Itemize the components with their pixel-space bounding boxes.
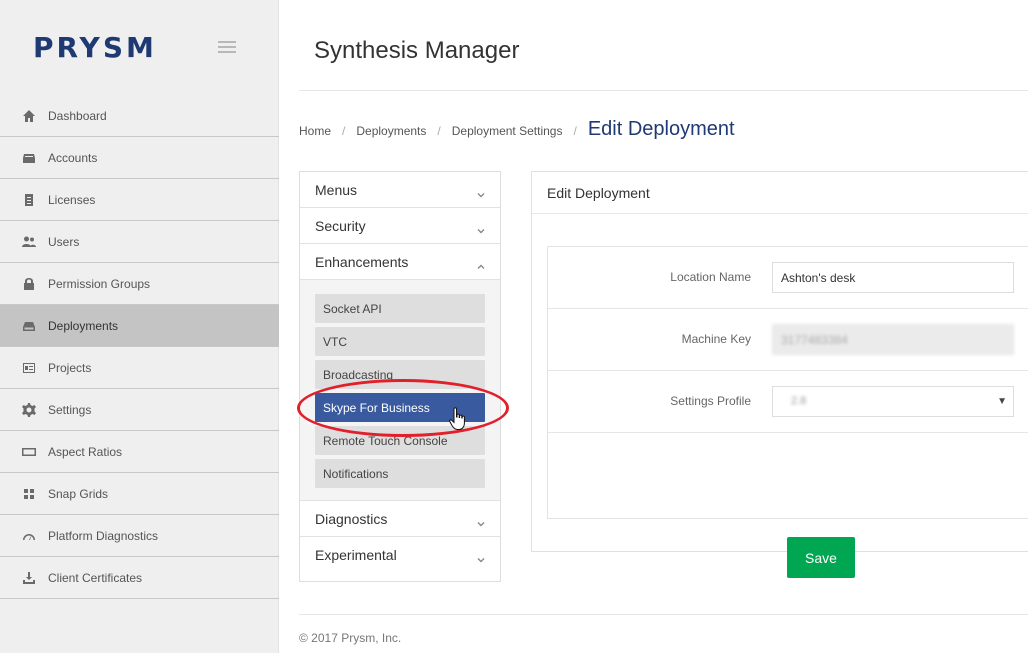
form-row-machine-key: Machine Key 3177483384 xyxy=(548,309,1028,371)
sidebar-item-platform-diagnostics[interactable]: Platform Diagnostics xyxy=(0,515,279,557)
submenu-item-vtc[interactable]: VTC xyxy=(315,327,485,356)
sidebar-item-label: Projects xyxy=(48,360,92,375)
sidebar-item-label: Snap Grids xyxy=(48,486,109,501)
dropdown-arrow-icon: ▼ xyxy=(997,396,1007,407)
gear-icon xyxy=(22,402,36,417)
document-icon xyxy=(22,193,36,207)
sidebar-item-label: Client Certificates xyxy=(48,570,143,585)
sidebar-item-label: Dashboard xyxy=(48,108,107,123)
sidebar-item-label: Permission Groups xyxy=(48,276,151,291)
sidebar-item-client-certificates[interactable]: Client Certificates xyxy=(0,557,279,599)
sidebar-item-label: Deployments xyxy=(48,318,119,333)
inbox-icon xyxy=(22,151,36,165)
page-title: Synthesis Manager xyxy=(314,37,520,64)
breadcrumb-deployments[interactable]: Deployments xyxy=(356,124,426,138)
deployment-form: Location Name Ashton's desk Machine Key … xyxy=(547,246,1028,578)
settings-menu: Menus Security Enhancements Socket API V… xyxy=(299,171,501,582)
settings-profile-label: Settings Profile xyxy=(670,394,751,408)
id-card-icon xyxy=(22,361,36,375)
breadcrumb: Home / Deployments / Deployment Settings… xyxy=(299,118,735,141)
sidebar-item-snap-grids[interactable]: Snap Grids xyxy=(0,473,279,515)
footer-copyright: © 2017 Prysm, Inc. xyxy=(299,631,402,645)
edit-deployment-panel: Edit Deployment Location Name Ashton's d… xyxy=(531,171,1028,578)
sidebar-item-projects[interactable]: Projects xyxy=(0,347,279,389)
breadcrumb-separator: / xyxy=(573,124,577,138)
sidebar-nav: Dashboard Accounts Licenses Users Permis… xyxy=(0,95,279,599)
rectangle-icon xyxy=(22,445,36,459)
home-icon xyxy=(22,109,36,123)
drive-icon xyxy=(22,319,36,333)
enhancements-submenu: Socket API VTC Broadcasting Skype For Bu… xyxy=(300,280,500,501)
breadcrumb-current: Edit Deployment xyxy=(587,118,735,140)
machine-key-label: Machine Key xyxy=(681,332,751,346)
breadcrumb-separator: / xyxy=(342,124,346,138)
breadcrumb-separator: / xyxy=(437,124,441,138)
hamburger-menu-icon[interactable] xyxy=(218,41,236,53)
menu-section-diagnostics[interactable]: Diagnostics xyxy=(300,501,500,537)
submenu-item-remote-touch-console[interactable]: Remote Touch Console xyxy=(315,426,485,455)
sidebar-item-label: Users xyxy=(48,234,80,249)
sidebar-item-accounts[interactable]: Accounts xyxy=(0,137,279,179)
settings-profile-select[interactable]: 2.8 ▼ xyxy=(772,386,1014,417)
chevron-down-icon xyxy=(477,551,485,563)
sidebar-item-label: Licenses xyxy=(48,192,96,207)
sidebar-item-licenses[interactable]: Licenses xyxy=(0,179,279,221)
sidebar-item-label: Platform Diagnostics xyxy=(48,528,159,543)
menu-section-enhancements[interactable]: Enhancements xyxy=(300,244,500,280)
sidebar-item-label: Settings xyxy=(48,402,92,417)
sidebar: PRYSM Dashboard Accounts Licenses Users … xyxy=(0,0,279,653)
menu-section-experimental[interactable]: Experimental xyxy=(300,537,500,573)
form-row-settings-profile: Settings Profile 2.8 ▼ xyxy=(548,371,1028,433)
chevron-down-icon xyxy=(477,515,485,526)
menu-section-label: Security xyxy=(315,217,366,234)
footer-divider xyxy=(299,614,1028,615)
sidebar-item-label: Aspect Ratios xyxy=(48,444,123,459)
sidebar-item-deployments[interactable]: Deployments xyxy=(0,305,279,347)
machine-key-input: 3177483384 xyxy=(772,324,1014,355)
sidebar-item-permission-groups[interactable]: Permission Groups xyxy=(0,263,279,305)
save-button[interactable]: Save xyxy=(787,537,855,578)
submenu-item-notifications[interactable]: Notifications xyxy=(315,459,485,488)
menu-section-label: Diagnostics xyxy=(315,510,388,527)
location-name-label: Location Name xyxy=(670,270,751,284)
users-icon xyxy=(22,235,36,249)
sidebar-item-users[interactable]: Users xyxy=(0,221,279,263)
menu-section-security[interactable]: Security xyxy=(300,208,500,244)
sidebar-item-dashboard[interactable]: Dashboard xyxy=(0,95,279,137)
breadcrumb-home[interactable]: Home xyxy=(299,124,331,138)
gauge-icon xyxy=(22,529,36,543)
lock-icon xyxy=(22,277,36,291)
panel-title: Edit Deployment xyxy=(532,172,1028,214)
settings-profile-value: 2.8 xyxy=(791,395,807,407)
menu-section-label: Menus xyxy=(315,181,358,198)
submenu-item-broadcasting[interactable]: Broadcasting xyxy=(315,360,485,389)
submenu-item-skype-for-business[interactable]: Skype For Business xyxy=(315,393,485,422)
chevron-down-icon xyxy=(477,222,485,233)
menu-section-label: Experimental xyxy=(315,547,397,563)
grid-icon xyxy=(22,487,36,501)
prysm-logo[interactable]: PRYSM xyxy=(33,31,157,64)
header-divider xyxy=(299,90,1028,91)
chevron-down-icon xyxy=(477,186,485,197)
menu-section-label: Enhancements xyxy=(315,253,409,270)
chevron-up-icon xyxy=(477,258,485,269)
submenu-item-socket-api[interactable]: Socket API xyxy=(315,294,485,323)
menu-section-menus[interactable]: Menus xyxy=(300,172,500,208)
breadcrumb-deployment-settings[interactable]: Deployment Settings xyxy=(452,124,563,138)
sidebar-item-label: Accounts xyxy=(48,150,98,165)
download-icon xyxy=(22,571,36,585)
sidebar-item-settings[interactable]: Settings xyxy=(0,389,279,431)
sidebar-item-aspect-ratios[interactable]: Aspect Ratios xyxy=(0,431,279,473)
location-name-input[interactable]: Ashton's desk xyxy=(772,262,1014,293)
form-row-location: Location Name Ashton's desk xyxy=(548,247,1028,309)
